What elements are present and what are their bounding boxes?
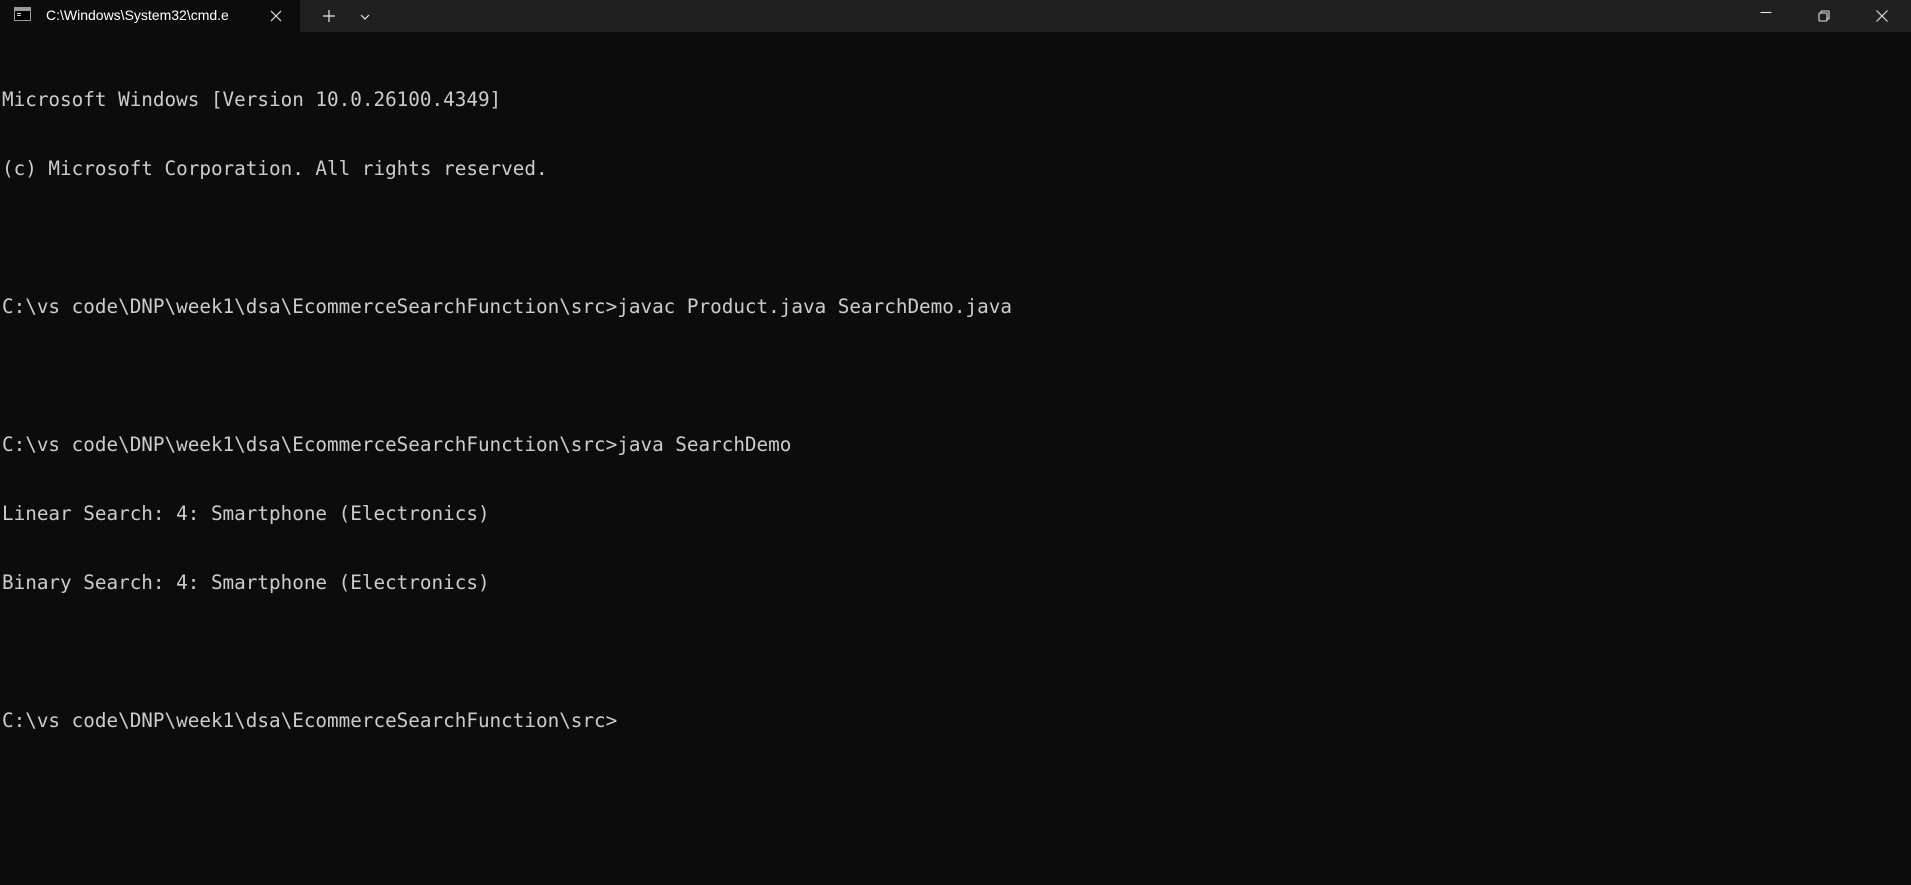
command-prompt-icon [14,7,31,21]
console-line-blank [2,364,1907,387]
console-line-blank [2,226,1907,249]
tab-dropdown-button[interactable] [352,4,378,28]
terminal-window: C:\Windows\System32\cmd.e Microsoft Wind… [0,0,1911,885]
restore-button[interactable] [1795,0,1853,32]
command-prompt-input[interactable]: C:\vs code\DNP\week1\dsa\EcommerceSearch… [2,709,1907,732]
close-tab-button[interactable] [266,6,286,26]
close-icon [1876,10,1888,22]
tab-cmd[interactable]: C:\Windows\System32\cmd.e [0,0,300,32]
restore-icon [1818,10,1830,22]
console-line-java-command: C:\vs code\DNP\week1\dsa\EcommerceSearch… [2,433,792,456]
minimize-button[interactable] [1737,0,1795,32]
plus-icon [323,10,335,22]
console-line-blank [2,640,1907,663]
window-controls [1737,0,1911,32]
new-tab-button[interactable] [316,4,342,28]
console-line-linear-search-result: Linear Search: 4: Smartphone (Electronic… [2,502,490,525]
console-line-copyright: (c) Microsoft Corporation. All rights re… [2,157,548,180]
console-line-binary-search-result: Binary Search: 4: Smartphone (Electronic… [2,571,490,594]
chevron-down-icon [360,14,370,20]
tab-title: C:\Windows\System32\cmd.e [46,7,229,23]
console-line-javac-command: C:\vs code\DNP\week1\dsa\EcommerceSearch… [2,295,1012,318]
close-window-button[interactable] [1853,0,1911,32]
close-icon [270,10,282,22]
title-bar[interactable]: C:\Windows\System32\cmd.e [0,0,1911,32]
console-line-version: Microsoft Windows [Version 10.0.26100.43… [2,88,502,111]
console-output[interactable]: Microsoft Windows [Version 10.0.26100.43… [2,42,1907,878]
minimize-icon [1760,11,1772,14]
